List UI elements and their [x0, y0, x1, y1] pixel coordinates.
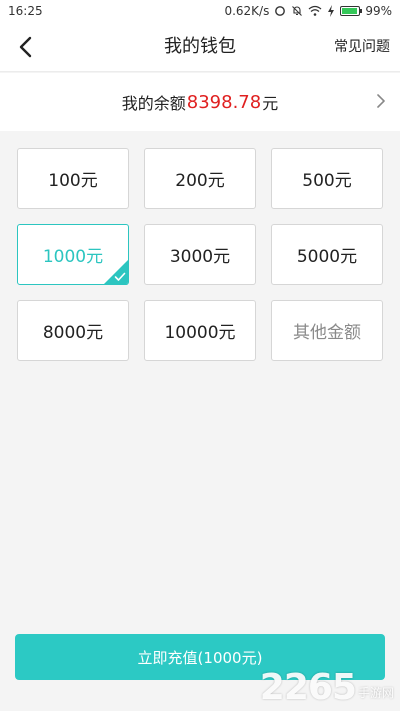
wifi-icon — [308, 5, 322, 17]
other-amount-option[interactable]: 其他金额 — [271, 300, 383, 361]
network-speed: 0.62K/s — [224, 4, 270, 18]
app-header: 我的钱包 常见问题 — [0, 22, 400, 72]
check-icon — [114, 272, 126, 281]
amount-option[interactable]: 100元 — [17, 148, 129, 209]
battery-percent: 99% — [365, 4, 392, 18]
watermark-site: 手游网 — [357, 686, 394, 700]
battery-icon — [340, 6, 363, 16]
amount-label: 10000元 — [164, 323, 236, 343]
amount-option[interactable]: 3000元 — [144, 224, 256, 285]
amount-label: 3000元 — [169, 247, 231, 267]
amount-label: 其他金额 — [293, 323, 361, 343]
amount-label: 200元 — [175, 171, 225, 191]
sync-icon — [274, 5, 286, 17]
amount-label: 8000元 — [42, 323, 104, 343]
status-time: 16:25 — [8, 4, 43, 18]
back-button[interactable] — [10, 32, 40, 62]
silent-icon — [291, 5, 303, 17]
status-bar: 16:25 0.62K/s 99% — [0, 0, 400, 22]
balance-row[interactable]: 我的余额 8398.78 元 — [0, 73, 400, 131]
amount-grid: 100元 200元 500元 1000元 3000元 5000元 8000元 1… — [17, 148, 383, 361]
chevron-right-icon — [377, 94, 385, 108]
amount-label: 100元 — [48, 171, 98, 191]
faq-link[interactable]: 常见问题 — [334, 22, 390, 72]
amount-label: 500元 — [302, 171, 352, 191]
amount-label: 1000元 — [42, 247, 104, 267]
amount-option-selected[interactable]: 1000元 — [17, 224, 129, 285]
amount-label: 5000元 — [296, 247, 358, 267]
amount-option[interactable]: 5000元 — [271, 224, 383, 285]
chevron-left-icon — [19, 36, 32, 58]
amount-option[interactable]: 200元 — [144, 148, 256, 209]
balance-unit: 元 — [262, 94, 279, 113]
amount-option[interactable]: 500元 — [271, 148, 383, 209]
status-indicators: 0.62K/s 99% — [224, 4, 392, 18]
recharge-button[interactable]: 立即充值(1000元) — [15, 634, 385, 680]
balance-amount: 8398.78 — [186, 91, 262, 113]
amount-option[interactable]: 10000元 — [144, 300, 256, 361]
amount-option[interactable]: 8000元 — [17, 300, 129, 361]
balance-label: 我的余额 — [121, 94, 186, 113]
charging-icon — [327, 5, 335, 17]
